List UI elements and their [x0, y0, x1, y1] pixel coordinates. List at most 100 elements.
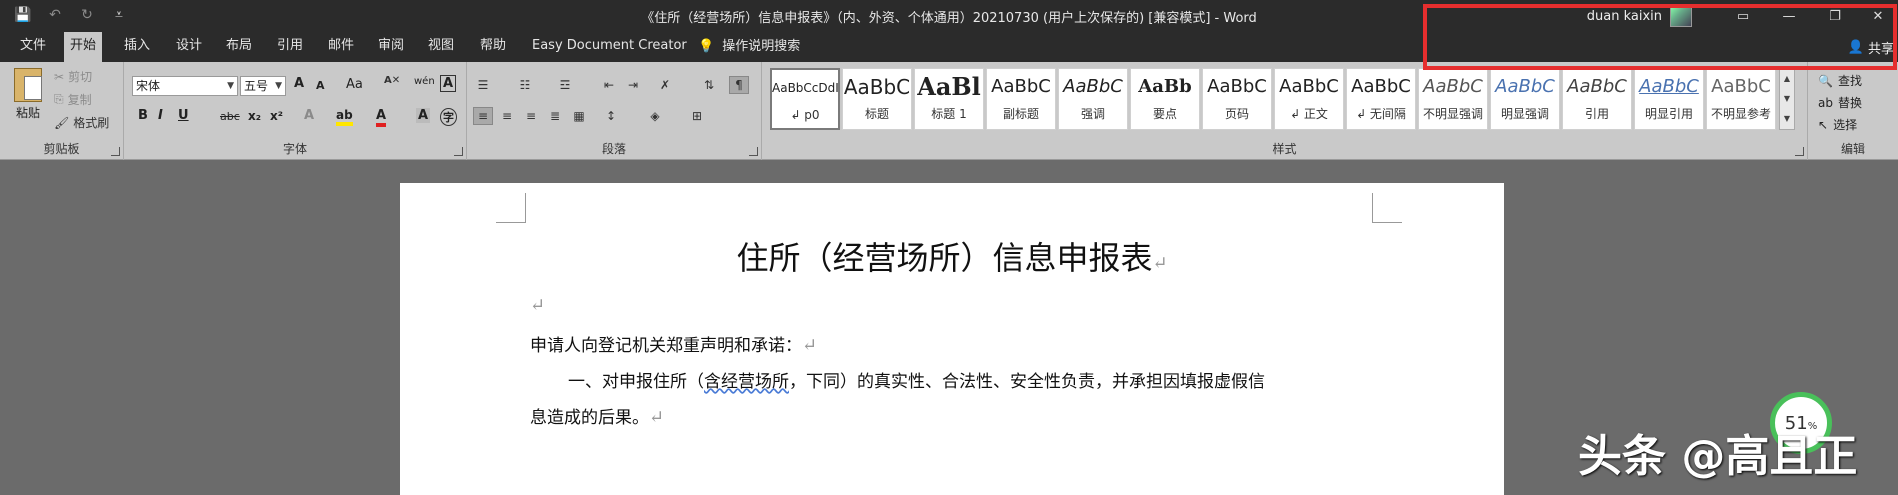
style-intense-quote[interactable]: AaBbC 明显引用 [1634, 68, 1704, 130]
bullets-icon[interactable]: ☰ [473, 76, 493, 94]
shading-icon[interactable]: ◈ [645, 107, 665, 125]
grow-font-button[interactable]: A [294, 76, 304, 91]
highlight-color-button[interactable]: ab [336, 108, 353, 126]
tell-me-search[interactable]: 💡 操作说明搜索 [698, 32, 800, 62]
style-intense-emphasis[interactable]: AaBbC 明显强调 [1490, 68, 1560, 130]
document-paragraph[interactable]: 申请人向登记机关郑重声明和承诺：↵ [530, 331, 817, 356]
justify-icon[interactable]: ≣ [545, 107, 565, 125]
empty-paragraph[interactable]: ↵ [530, 295, 545, 316]
bold-button[interactable]: B [138, 108, 148, 123]
replace-button[interactable]: ab 替换 [1818, 94, 1862, 111]
tab-layout[interactable]: 布局 [220, 32, 258, 62]
find-button[interactable]: 🔍 查找 [1818, 72, 1862, 89]
decrease-indent-icon[interactable]: ⇤ [599, 76, 619, 94]
tab-home[interactable]: 开始 [64, 32, 103, 62]
document-page[interactable]: 住所（经营场所）信息申报表↵ ↵ 申请人向登记机关郑重声明和承诺：↵ 一、对申报… [400, 183, 1504, 495]
styles-scroll[interactable]: ▲ ▼ ▼ [1779, 68, 1795, 130]
enclose-characters-button[interactable]: 字 [440, 108, 457, 126]
ribbon: 粘贴 ✂ 剪切 ⎘ 复制 🖌 格式刷 剪贴板 宋体 ▼ 五号 ▼ A A Aa A✕ wé… [0, 62, 1898, 160]
font-name-select[interactable]: 宋体 ▼ [132, 76, 238, 96]
numbering-icon[interactable]: ☷ [515, 76, 535, 94]
phonetic-guide-button[interactable]: wén [414, 76, 435, 87]
superscript-button[interactable]: x² [270, 109, 283, 123]
style-subtle-emphasis[interactable]: AaBbC 不明显强调 [1418, 68, 1488, 130]
document-title[interactable]: 住所（经营场所）信息申报表↵ [400, 233, 1504, 279]
change-case-button[interactable]: Aa [346, 77, 363, 92]
spelling-marked-text[interactable]: 含经营场所 [704, 372, 789, 392]
style-name: 不明显强调 [1422, 107, 1483, 121]
style-heading-1[interactable]: AaBl 标题 1 [914, 68, 984, 130]
style-preview: AaBbC [1711, 76, 1771, 97]
clipboard-icon [14, 68, 42, 102]
underline-button[interactable]: U [178, 108, 189, 123]
style-subtitle[interactable]: AaBbC 副标题 [986, 68, 1056, 130]
style-quote[interactable]: AaBbC 引用 [1562, 68, 1632, 130]
chevron-down-icon[interactable]: ▼ [1780, 89, 1794, 109]
style-emphasis[interactable]: AaBbC 强调 [1058, 68, 1128, 130]
font-size-select[interactable]: 五号 ▼ [240, 76, 286, 96]
paragraph-launcher-icon[interactable] [749, 147, 758, 156]
clear-format-icon[interactable]: A✕ [384, 75, 400, 86]
subscript-button[interactable]: x₂ [248, 109, 261, 123]
style-normal[interactable]: AaBbC ↲ 正文 [1274, 68, 1344, 130]
shrink-font-button[interactable]: A [316, 79, 325, 92]
align-center-icon[interactable]: ≡ [497, 107, 517, 125]
tab-review[interactable]: 审阅 [372, 32, 410, 62]
style-name: 副标题 [1002, 107, 1039, 121]
replace-label: 替换 [1837, 96, 1862, 110]
sort-icon[interactable]: ⇅ [699, 76, 719, 94]
clipboard-launcher-icon[interactable] [111, 147, 120, 156]
more-styles-icon[interactable]: ▼ [1780, 109, 1794, 129]
tab-mailings[interactable]: 邮件 [322, 32, 360, 62]
strikethrough-button[interactable]: abc [220, 110, 240, 123]
style-preview: AaBbC [1567, 76, 1627, 97]
style-title[interactable]: AaBbC 标题 [842, 68, 912, 130]
style-page-number[interactable]: AaBbC 页码 [1202, 68, 1272, 130]
paste-button[interactable]: 粘贴 [10, 68, 46, 121]
tab-help[interactable]: 帮助 [474, 32, 512, 62]
distributed-icon[interactable]: ▦ [569, 107, 589, 125]
align-left-icon[interactable]: ≡ [473, 107, 493, 125]
font-launcher-icon[interactable] [454, 147, 463, 156]
increase-indent-icon[interactable]: ⇥ [623, 76, 643, 94]
select-button[interactable]: ↖ 选择 [1818, 116, 1857, 133]
style-subtle-reference[interactable]: AaBbC 不明显参考 [1706, 68, 1776, 130]
paragraph-text: 一、对申报住所（ [568, 372, 704, 392]
style-name: 强调 [1080, 107, 1105, 121]
text-effects-button[interactable]: A [304, 108, 314, 123]
show-marks-icon[interactable]: ¶ [729, 76, 749, 94]
tab-easy-document-creator[interactable]: Easy Document Creator [526, 32, 693, 62]
font-color-button[interactable]: A [376, 108, 387, 127]
document-paragraph[interactable]: 一、对申报住所（含经营场所，下同）的真实性、合法性、安全性负责，并承担因填报虚假… [568, 367, 1265, 392]
chevron-up-icon[interactable]: ▲ [1780, 69, 1794, 89]
character-border-button[interactable]: A [440, 75, 457, 92]
document-paragraph[interactable]: 息造成的后果。↵ [530, 403, 664, 428]
multilevel-list-icon[interactable]: ☲ [555, 76, 575, 94]
font-size-value: 五号 [244, 79, 269, 93]
style-p0[interactable]: AaBbCcDdI ↲ p0 [770, 68, 840, 130]
asian-layout-icon[interactable]: ✗ [655, 76, 675, 94]
style-no-spacing[interactable]: AaBbC ↲ 无间隔 [1346, 68, 1416, 130]
borders-icon[interactable]: ⊞ [687, 107, 707, 125]
cut-button[interactable]: ✂ 剪切 [54, 68, 92, 85]
style-preview: AaBbC [1351, 76, 1411, 97]
tab-references[interactable]: 引用 [271, 32, 309, 62]
format-painter-button[interactable]: 🖌 格式刷 [54, 114, 109, 131]
copy-button[interactable]: ⎘ 复制 [54, 91, 92, 108]
style-preview: AaBbC [1279, 76, 1339, 97]
line-spacing-icon[interactable]: ↕ [601, 107, 621, 125]
style-name: 要点 [1152, 107, 1177, 121]
tab-design[interactable]: 设计 [170, 32, 208, 62]
tab-view[interactable]: 视图 [422, 32, 460, 62]
style-strong[interactable]: AaBb 要点 [1130, 68, 1200, 130]
tab-insert[interactable]: 插入 [118, 32, 156, 62]
chevron-down-icon: ▼ [275, 81, 282, 91]
tab-file[interactable]: 文件 [14, 32, 52, 62]
watermark: 头条 @高且正 [1578, 431, 1858, 482]
margin-mark [1372, 193, 1402, 223]
align-right-icon[interactable]: ≡ [521, 107, 541, 125]
italic-button[interactable]: I [158, 108, 163, 123]
style-preview: AaBbC [1495, 76, 1555, 97]
character-shading-button[interactable]: A [416, 108, 431, 123]
styles-launcher-icon[interactable] [1795, 147, 1804, 156]
